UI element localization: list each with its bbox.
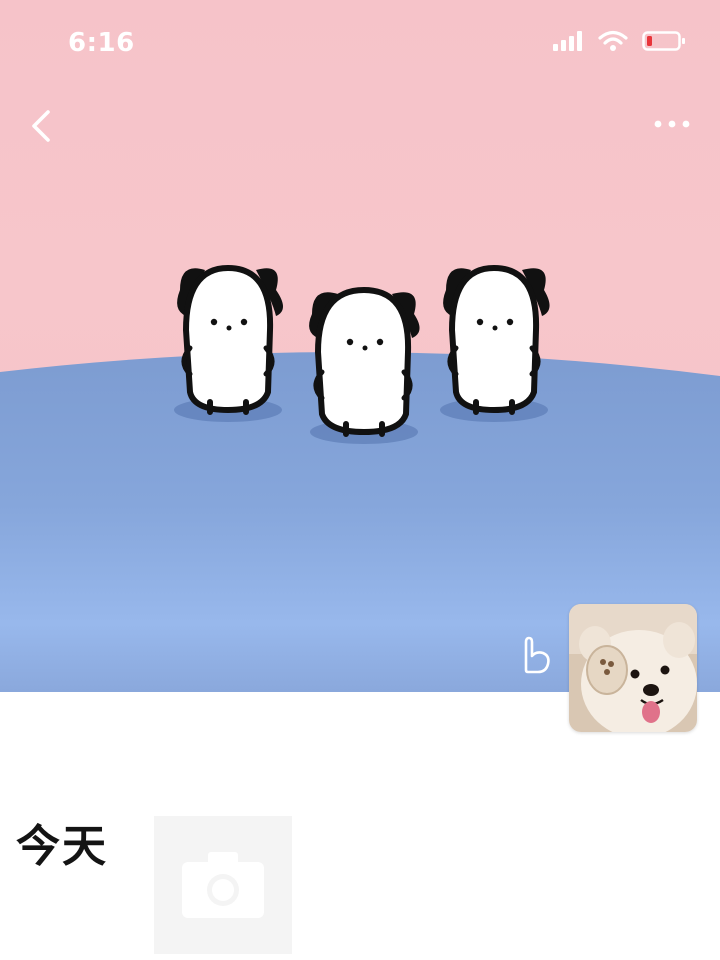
puppy-character	[440, 264, 550, 422]
status-time: 6:16	[68, 28, 135, 58]
battery-low-icon	[642, 31, 685, 51]
camera-icon	[182, 852, 264, 918]
wifi-icon	[598, 30, 628, 51]
hand-like-icon	[524, 636, 550, 674]
like-button[interactable]	[516, 634, 554, 676]
cover-image[interactable]	[0, 0, 720, 692]
signal-icon	[553, 31, 582, 51]
status-bar: 6:16	[0, 0, 720, 88]
dog-avatar	[569, 604, 697, 732]
more-button[interactable]	[652, 110, 692, 138]
cover-scene	[0, 264, 720, 692]
moments-screen: 6:16 今天	[0, 0, 720, 960]
new-post-camera-tile[interactable]	[154, 816, 292, 954]
puppy-character	[309, 286, 420, 444]
back-button[interactable]	[22, 104, 62, 148]
day-label: 今天	[16, 821, 108, 872]
more-dots-icon	[654, 120, 690, 128]
chevron-left-icon	[32, 110, 50, 142]
puppy-character	[174, 264, 283, 422]
avatar[interactable]	[569, 604, 697, 732]
status-icons	[552, 30, 686, 52]
